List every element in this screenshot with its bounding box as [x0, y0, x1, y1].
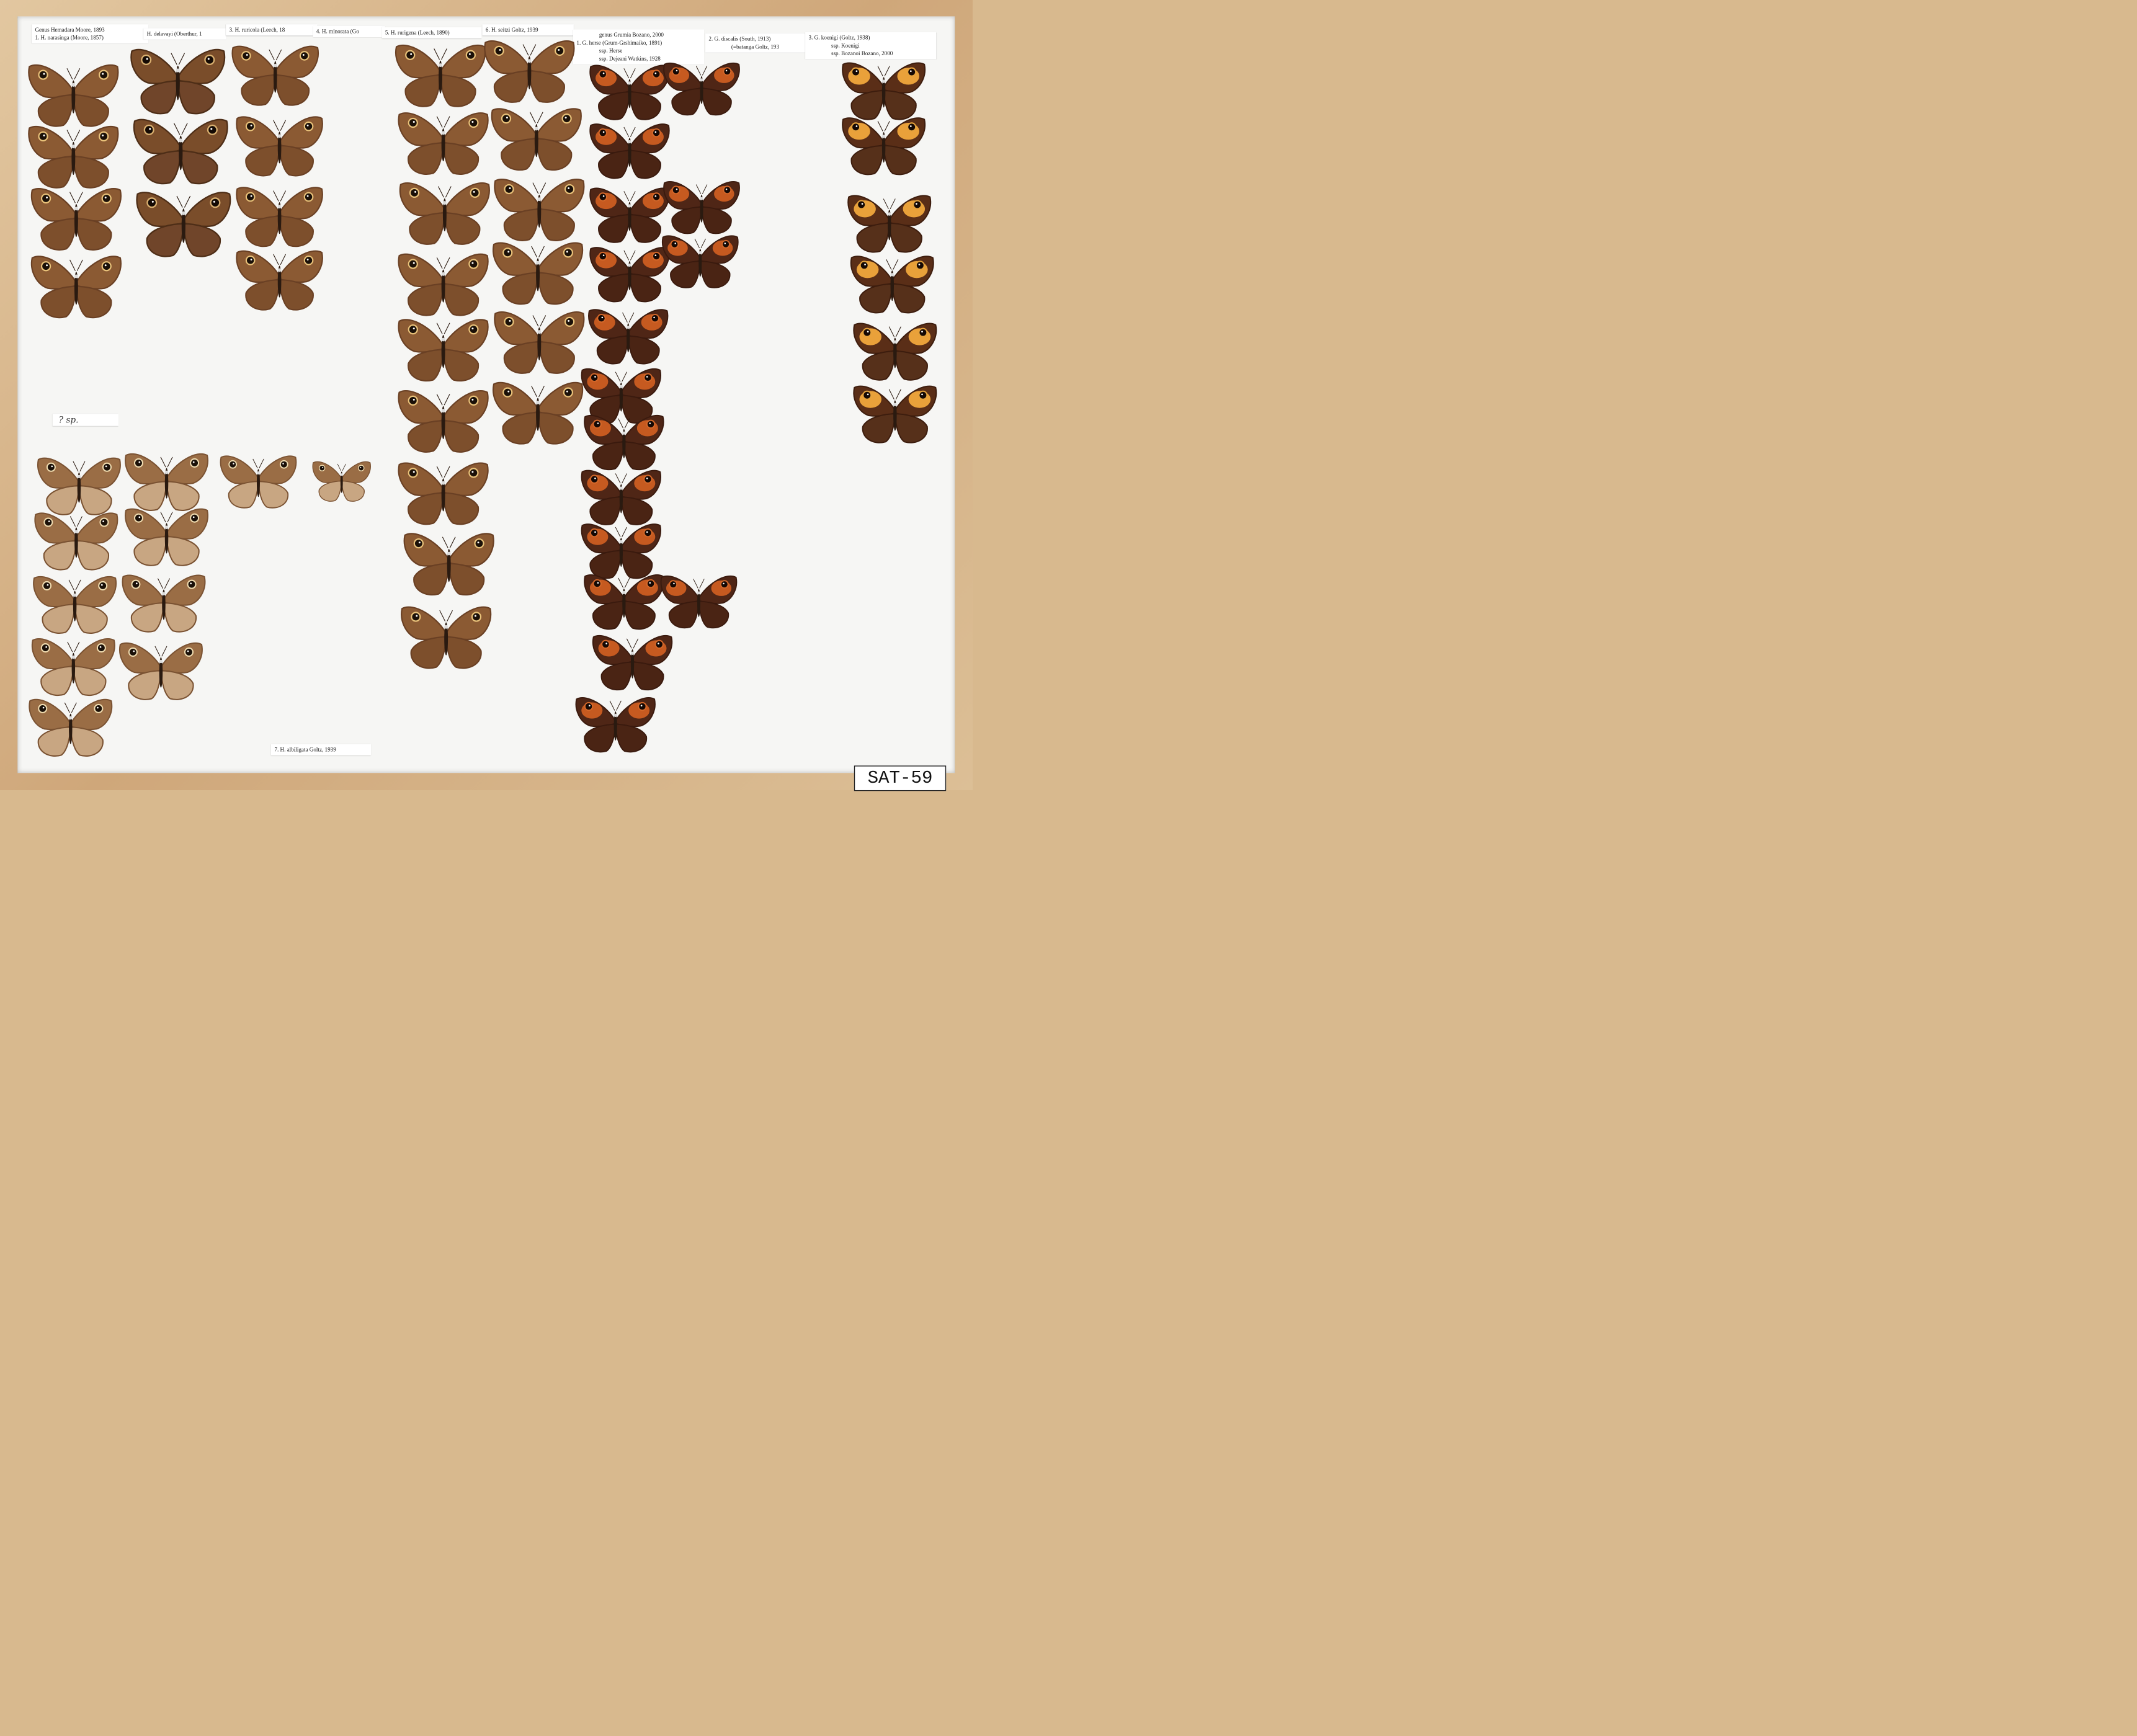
butterfly-specimen: [663, 62, 740, 116]
butterfly-specimen: [122, 574, 206, 633]
drawer-code-label: SAT-59: [854, 765, 947, 791]
label-delavayi: H. delavayi (Oberthur, 1: [143, 28, 227, 40]
butterfly-specimen: [31, 638, 115, 696]
butterfly-specimen: [398, 253, 489, 316]
butterfly-specimen: [493, 381, 584, 445]
butterfly-specimen: [398, 112, 489, 175]
label-ruricola: 3. H. ruricola (Leech, 18: [226, 24, 318, 36]
label-text: 1. G. herse (Grum-Grshimaiko, 1891): [576, 40, 663, 47]
specimen-drawer: Genus Hemadara Moore, 1893 1. H. narasin…: [0, 0, 973, 791]
label-text: 2. G. discalis (South, 1913): [708, 35, 771, 42]
label-text: 3. G. koenigi (Goltz, 1938): [808, 34, 870, 41]
butterfly-specimen: [494, 311, 585, 374]
butterfly-specimen: [853, 385, 937, 443]
butterfly-specimen: [660, 575, 738, 629]
butterfly-specimen: [133, 118, 228, 185]
butterfly-specimen: [401, 606, 492, 669]
label-discalis: 2. G. discalis (South, 1913) (=batanga G…: [705, 33, 808, 53]
label-unknown-species: ? sp.: [52, 414, 119, 426]
butterfly-specimen: [399, 182, 490, 245]
butterfly-specimen: [30, 256, 122, 319]
label-text: ssp. Herse: [599, 47, 623, 54]
butterfly-specimen: [398, 462, 489, 525]
butterfly-specimen: [842, 117, 926, 176]
label-text: genus Grumia Bozano, 2000: [599, 32, 664, 38]
butterfly-specimen: [231, 45, 319, 106]
label-text: H. delavayi (Oberthur, 1: [146, 30, 202, 37]
label-text: 7. H. albiligata Goltz, 1939: [274, 746, 336, 753]
butterfly-specimen: [395, 44, 486, 107]
label-text: (=batanga Goltz, 193: [731, 43, 780, 50]
butterfly-specimen: [119, 642, 203, 700]
butterfly-specimen: [853, 323, 937, 381]
label-text: 3. H. ruricola (Leech, 18: [229, 27, 285, 33]
butterfly-specimen: [493, 242, 584, 305]
butterfly-specimen: [130, 48, 226, 115]
butterfly-specimen: [29, 698, 113, 757]
butterfly-specimen: [236, 250, 323, 311]
butterfly-specimen: [575, 697, 656, 753]
butterfly-specimen: [403, 533, 494, 596]
butterfly-specimen: [236, 116, 323, 177]
butterfly-specimen: [589, 247, 670, 303]
butterfly-specimen: [34, 512, 118, 571]
butterfly-specimen: [592, 635, 673, 691]
label-text: Genus Hemadara Moore, 1893: [35, 27, 105, 33]
butterfly-specimen: [484, 40, 575, 103]
label-text: ssp. Koenigi: [831, 42, 860, 49]
butterfly-specimen: [588, 309, 669, 365]
butterfly-specimen: [398, 390, 489, 453]
butterfly-specimen: [494, 179, 585, 241]
label-text: 5. H. rurigena (Leech, 1890): [385, 29, 450, 36]
butterfly-specimen: [398, 319, 489, 382]
butterfly-specimen: [136, 192, 231, 257]
label-text: 1. H. narasinga (Moore, 1857): [35, 34, 104, 41]
butterfly-specimen: [850, 256, 934, 314]
butterfly-specimen: [33, 576, 117, 634]
butterfly-specimen: [847, 195, 932, 253]
label-minorata: 4. H. minorata (Go: [313, 25, 385, 38]
butterfly-specimen: [584, 574, 664, 630]
butterfly-specimen: [491, 108, 582, 171]
butterfly-specimen: [236, 187, 323, 247]
butterfly-specimen: [589, 123, 670, 179]
butterfly-specimen: [312, 461, 371, 502]
label-text: 4. H. minorata (Go: [316, 28, 359, 35]
butterfly-specimen: [220, 455, 297, 509]
butterfly-specimen: [589, 187, 670, 243]
butterfly-specimen: [663, 181, 740, 234]
butterfly-specimen: [125, 508, 208, 566]
butterfly-specimen: [589, 65, 670, 120]
butterfly-specimen: [30, 188, 122, 251]
butterfly-specimen: [661, 235, 739, 288]
label-albiligata: 7. H. albiligata Goltz, 1939: [270, 744, 372, 755]
